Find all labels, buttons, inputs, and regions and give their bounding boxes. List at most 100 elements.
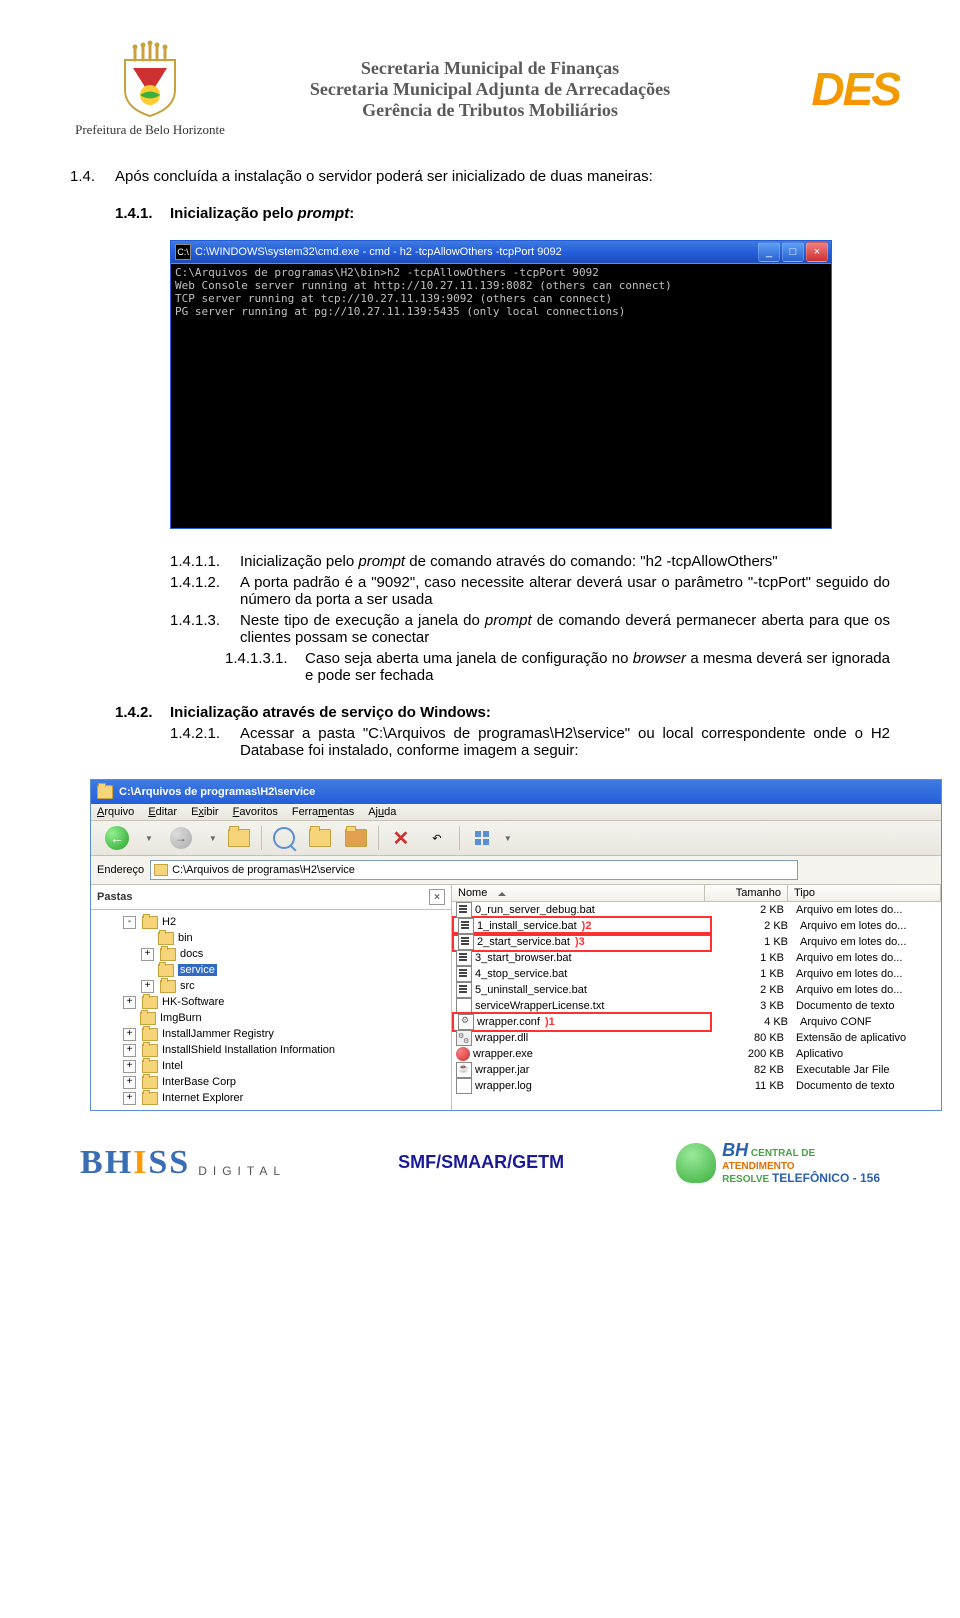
tree-item[interactable]: +docs — [93, 946, 449, 962]
file-name: wrapper.log — [475, 1080, 532, 1092]
central-text: BH CENTRAL DE ATENDIMENTO RESOLVE TELEFÔ… — [722, 1141, 880, 1185]
tree-item[interactable]: service — [93, 962, 449, 978]
col-tipo[interactable]: Tipo — [788, 885, 941, 901]
explorer-titlebar: C:\Arquivos de programas\H2\service — [91, 780, 941, 804]
file-name: 5_uninstall_service.bat — [475, 984, 587, 996]
tree-item[interactable]: + Intel — [93, 1058, 449, 1074]
cmd-window: C:\ C:\WINDOWS\system32\cmd.exe - cmd - … — [170, 240, 832, 529]
delete-button[interactable]: ✕ — [387, 824, 415, 852]
file-name: wrapper.jar — [475, 1064, 529, 1076]
highlight-number: )3 — [575, 936, 585, 948]
file-size: 4 KB — [712, 1016, 794, 1028]
tree-item[interactable]: +InstallShield Installation Information — [93, 1042, 449, 1058]
jar-file-icon — [456, 1062, 472, 1078]
tree-toggle-icon[interactable]: + — [123, 1060, 136, 1073]
tree-item[interactable]: ImgBurn — [93, 1010, 449, 1026]
tree-toggle-icon[interactable]: + — [123, 1044, 136, 1057]
tree-toggle-icon[interactable]: + — [123, 1028, 136, 1041]
tree-header-label: Pastas — [97, 891, 132, 903]
maximize-button[interactable]: □ — [782, 242, 804, 262]
section-1-4-2-1: 1.4.2.1. Acessar a pasta "C:\Arquivos de… — [70, 725, 890, 759]
tree-item[interactable]: + InstallJammer Registry — [93, 1026, 449, 1042]
file-row[interactable]: wrapper.log11 KBDocumento de texto — [452, 1078, 941, 1094]
tree-item[interactable]: +InterBase Corp — [93, 1074, 449, 1090]
file-type: Arquivo em lotes do... — [790, 904, 941, 916]
col-tamanho[interactable]: Tamanho — [705, 885, 788, 901]
folder-icon — [142, 1076, 158, 1089]
tree-label: Intel — [162, 1060, 183, 1072]
file-size: 11 KB — [708, 1080, 790, 1092]
file-row[interactable]: wrapper.dll80 KBExtensão de aplicativo — [452, 1030, 941, 1046]
bhiss-logo: BHISS DIGITAL — [80, 1144, 286, 1182]
file-type: Arquivo em lotes do... — [794, 936, 941, 948]
address-input[interactable]: C:\Arquivos de programas\H2\service — [150, 860, 798, 880]
tree-toggle-icon[interactable]: + — [141, 948, 154, 961]
col-nome[interactable]: Nome — [452, 885, 705, 901]
tree-label: InstallJammer Registry — [162, 1028, 274, 1040]
crest-icon — [60, 40, 240, 118]
file-row[interactable]: 5_uninstall_service.bat2 KBArquivo em lo… — [452, 982, 941, 998]
menu-ferramentas[interactable]: Ferramentas — [292, 806, 354, 818]
page-footer: BHISS DIGITAL SMF/SMAAR/GETM BH CENTRAL … — [60, 1141, 900, 1185]
menu-favoritos[interactable]: Favoritos — [233, 806, 278, 818]
minimize-button[interactable]: _ — [758, 242, 780, 262]
file-name: 2_start_service.bat — [477, 936, 570, 948]
file-row[interactable]: 2_start_service.bat)31 KBArquivo em lote… — [452, 934, 941, 950]
tree-item[interactable]: - H2 — [93, 914, 449, 930]
file-name: 0_run_server_debug.bat — [475, 904, 595, 916]
logo-des: DES — [740, 62, 900, 116]
num-1-4-1: 1.4.1. — [115, 205, 170, 222]
back-button[interactable]: ← — [97, 824, 137, 852]
section-1-4-1: 1.4.1. Inicialização pelo prompt: — [70, 205, 890, 222]
file-row[interactable]: wrapper.jar82 KBExecutable Jar File — [452, 1062, 941, 1078]
tree-label: bin — [178, 932, 193, 944]
tree-toggle-icon[interactable]: + — [123, 1076, 136, 1089]
tree-toggle-icon[interactable]: + — [123, 1092, 136, 1105]
tree-label: H2 — [162, 916, 176, 928]
menu-ajuda[interactable]: Ajuda — [368, 806, 396, 818]
file-type: Arquivo em lotes do... — [794, 920, 941, 932]
file-row[interactable]: wrapper.exe200 KBAplicativo — [452, 1046, 941, 1062]
folder-icon — [160, 948, 176, 961]
file-row[interactable]: wrapper.conf)14 KBArquivo CONF — [452, 1014, 941, 1030]
bat-file-icon — [456, 950, 472, 966]
txt-file-icon — [456, 1078, 472, 1094]
forward-button[interactable]: → — [161, 824, 201, 852]
file-size: 1 KB — [708, 968, 790, 980]
file-row[interactable]: 4_stop_service.bat1 KBArquivo em lotes d… — [452, 966, 941, 982]
footer-smf: SMF/SMAAR/GETM — [398, 1152, 564, 1173]
folder-icon — [140, 1012, 156, 1025]
bat-file-icon — [456, 902, 472, 918]
folder-icon — [142, 1092, 158, 1105]
folder-tree-pane: Pastas × - H2bin +docsservice+src+HK-Softw… — [91, 885, 452, 1110]
up-button[interactable] — [225, 824, 253, 852]
tree-item[interactable]: bin — [93, 930, 449, 946]
tree-toggle-icon[interactable]: + — [141, 980, 154, 993]
folder-icon — [158, 964, 174, 977]
column-headers: Nome Tamanho Tipo — [452, 885, 941, 902]
num-1-4-1-3: 1.4.1.3. — [170, 612, 240, 646]
undo-button[interactable]: ↶ — [423, 824, 451, 852]
folder-icon — [160, 980, 176, 993]
views-button[interactable] — [468, 824, 496, 852]
explorer-addressbar: Endereço C:\Arquivos de programas\H2\ser… — [91, 856, 941, 885]
bat-file-icon — [456, 966, 472, 982]
file-name: 3_start_browser.bat — [475, 952, 572, 964]
tree-item[interactable]: +HK-Software — [93, 994, 449, 1010]
tree-item[interactable]: +src — [93, 978, 449, 994]
tree-toggle-icon[interactable]: - — [123, 916, 136, 929]
dll-file-icon — [456, 1030, 472, 1046]
file-row[interactable]: 3_start_browser.bat1 KBArquivo em lotes … — [452, 950, 941, 966]
close-tree-button[interactable]: × — [429, 889, 445, 905]
tree-toggle-icon[interactable]: + — [123, 996, 136, 1009]
menu-exibir[interactable]: Exibir — [191, 806, 219, 818]
tree-item[interactable]: +Internet Explorer — [93, 1090, 449, 1106]
cmd-titlebar: C:\ C:\WINDOWS\system32\cmd.exe - cmd - … — [171, 241, 831, 263]
cmd-icon: C:\ — [175, 244, 191, 260]
close-button[interactable]: × — [806, 242, 828, 262]
search-button[interactable] — [270, 824, 298, 852]
folders-button[interactable] — [306, 824, 334, 852]
menu-editar[interactable]: Editar — [148, 806, 177, 818]
menu-arquivo[interactable]: Arquivo — [97, 806, 134, 818]
history-button[interactable] — [342, 824, 370, 852]
